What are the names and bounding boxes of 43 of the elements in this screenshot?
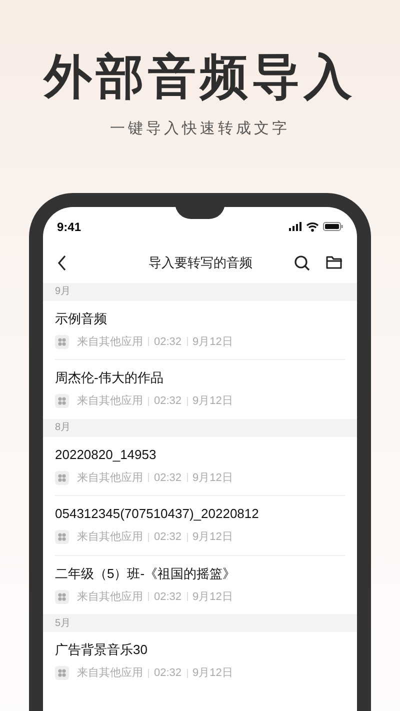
back-icon[interactable] — [57, 254, 67, 270]
app-grid-icon — [55, 590, 69, 604]
audio-source: 来自其他应用 — [77, 530, 143, 545]
audio-duration: 02:32 — [154, 530, 182, 545]
app-grid-icon — [55, 530, 69, 544]
audio-duration: 02:32 — [154, 334, 182, 350]
audio-date: 9月12日 — [192, 334, 233, 350]
audio-duration: 02:32 — [154, 590, 182, 604]
audio-title[interactable]: 054312345(707510437)_20220812 — [55, 505, 345, 523]
audio-title[interactable]: 周杰伦-伟大的作品 — [55, 369, 345, 387]
status-time: 9:41 — [57, 218, 82, 236]
audio-source: 来自其他应用 — [77, 470, 143, 486]
app-grid-icon — [55, 470, 69, 485]
audio-date: 9月12日 — [192, 590, 233, 604]
audio-duration: 02:32 — [154, 470, 182, 486]
battery-icon — [323, 222, 343, 231]
section-header: 8月 — [55, 421, 71, 435]
section-header: 5月 — [55, 616, 71, 630]
subheadline: 一键导入快速转成文字 — [110, 119, 290, 139]
audio-date: 9月12日 — [192, 470, 233, 486]
app-grid-icon — [55, 394, 69, 408]
audio-source: 来自其他应用 — [77, 334, 143, 350]
audio-duration: 02:32 — [154, 666, 182, 681]
audio-duration: 02:32 — [154, 394, 182, 409]
audio-date: 9月12日 — [192, 394, 233, 409]
audio-source: 来自其他应用 — [77, 590, 143, 604]
folder-icon[interactable] — [326, 255, 343, 270]
app-grid-icon — [55, 666, 69, 680]
signal-icon — [289, 222, 302, 231]
headline: 外部音频导入 — [44, 50, 356, 106]
app-grid-icon — [55, 334, 69, 349]
audio-source: 来自其他应用 — [77, 666, 143, 681]
audio-title[interactable]: 20220820_14953 — [55, 446, 345, 464]
section-header: 9月 — [55, 285, 71, 299]
audio-date: 9月12日 — [192, 530, 233, 545]
audio-title[interactable]: 广告背景音乐30 — [55, 641, 345, 659]
audio-source: 来自其他应用 — [77, 394, 143, 409]
audio-title[interactable]: 二年级（5）班-《祖国的摇篮》 — [55, 564, 345, 582]
search-icon[interactable] — [294, 254, 310, 270]
page-title: 导入要转写的音频 — [148, 254, 252, 272]
wifi-icon — [306, 222, 319, 232]
audio-date: 9月12日 — [192, 666, 233, 681]
audio-title[interactable]: 示例音频 — [55, 310, 345, 328]
